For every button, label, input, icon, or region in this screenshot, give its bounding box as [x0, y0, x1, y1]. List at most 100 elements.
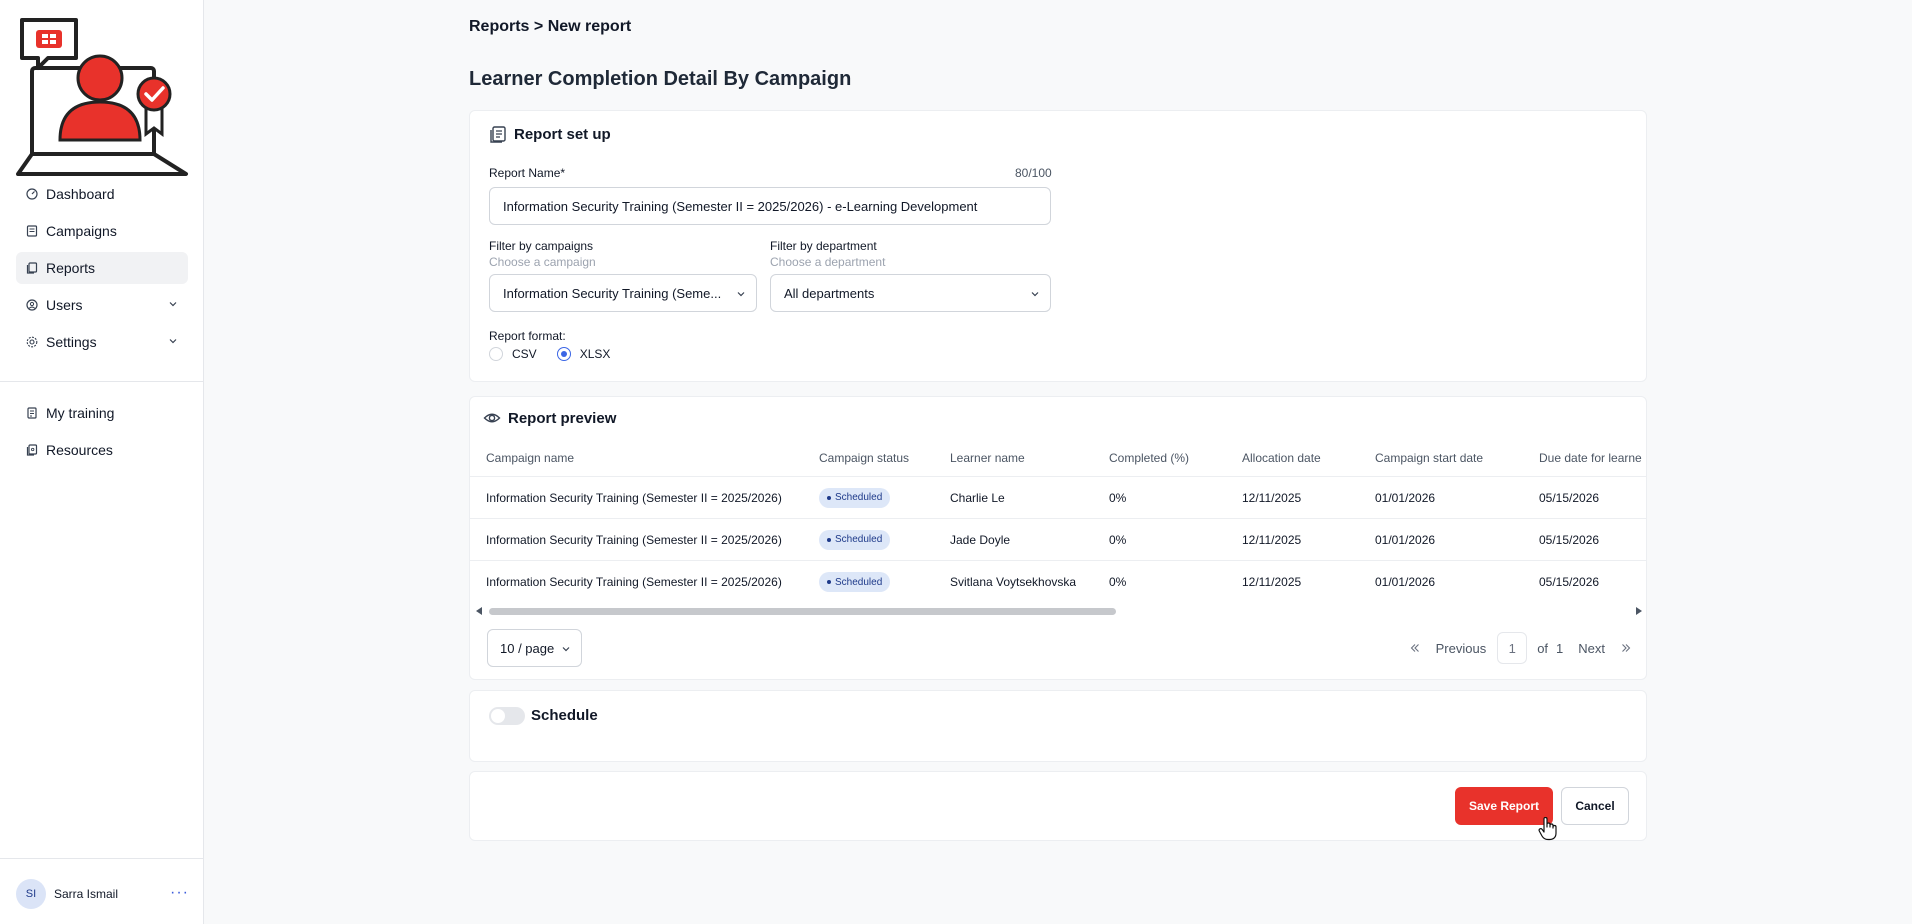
training-icon: [26, 407, 38, 419]
column-header: Campaign start date: [1375, 450, 1484, 465]
learner-name-cell: Svitlana Voytsekhovska: [950, 575, 1077, 589]
page-size-select[interactable]: 10 / page: [487, 629, 582, 667]
report-setup-card: Report set up Report Name* 80/100 Inform…: [469, 110, 1647, 382]
sidebar-item-label: Settings: [46, 334, 97, 350]
eye-icon: [483, 413, 501, 423]
secondary-nav: My training Resources: [16, 397, 188, 471]
start-date-cell: 01/01/2026: [1375, 532, 1436, 547]
report-setup-title: Report set up: [514, 125, 611, 143]
sidebar-item-reports[interactable]: Reports: [16, 252, 188, 284]
column-header: Allocation date: [1242, 450, 1321, 465]
sidebar-item-dashboard[interactable]: Dashboard: [16, 178, 188, 210]
report-format-label: Report format:: [489, 329, 566, 343]
table-row: Information Security Training (Semester …: [470, 519, 1646, 561]
column-header: Campaign status: [819, 450, 910, 465]
breadcrumb: Reports > New report: [469, 18, 632, 35]
more-options-button[interactable]: ···: [170, 884, 189, 902]
due-date-cell: 05/15/2026: [1539, 575, 1600, 589]
scroll-right-arrow-icon[interactable]: [1636, 607, 1642, 615]
sidebar-item-settings[interactable]: Settings: [16, 326, 188, 358]
total-pages: 1: [1556, 640, 1564, 656]
horizontal-scrollbar[interactable]: [470, 604, 1646, 618]
status-cell: Scheduled: [819, 477, 891, 518]
settings-icon: [26, 336, 38, 348]
campaign-select-value: Information Security Training (Seme...: [503, 285, 722, 301]
sidebar-item-my-training[interactable]: My training: [16, 397, 188, 429]
sidebar-item-label: Users: [46, 297, 83, 313]
page-size-value: 10 / page: [500, 640, 555, 656]
sidebar: Dashboard Campaigns Reports Users Settin…: [0, 0, 204, 924]
column-header: Due date for learne: [1539, 450, 1642, 465]
actions-card: Save Report Cancel: [469, 771, 1647, 841]
page-of-label: of: [1537, 640, 1549, 656]
completed-cell: 0%: [1109, 532, 1127, 547]
user-profile: SI Sarra Ismail ···: [0, 858, 204, 924]
last-page-icon[interactable]: [1620, 642, 1632, 654]
nav-divider: [0, 381, 204, 382]
report-name-input[interactable]: Information Security Training (Semester …: [489, 187, 1051, 225]
avatar[interactable]: SI: [16, 879, 46, 909]
chevron-down-icon: [169, 302, 177, 307]
previous-page-button[interactable]: Previous: [1436, 641, 1487, 656]
learner-name-cell: Charlie Le: [950, 490, 1005, 505]
completed-cell: 0%: [1109, 490, 1127, 505]
format-csv-label: CSV: [512, 347, 537, 361]
chevron-down-icon: [737, 292, 745, 297]
report-preview-title: Report preview: [508, 409, 617, 427]
users-icon: [26, 299, 38, 311]
page-title: Learner Completion Detail By Campaign: [469, 68, 852, 90]
start-date-cell: 01/01/2026: [1375, 490, 1436, 505]
sidebar-item-label: Dashboard: [46, 186, 115, 202]
campaign-select[interactable]: Information Security Training (Seme...: [489, 274, 757, 312]
format-csv-radio[interactable]: [489, 347, 503, 361]
format-xlsx-radio[interactable]: [556, 347, 571, 361]
report-name-counter: 80/100: [1015, 166, 1052, 180]
next-page-button[interactable]: Next: [1578, 641, 1605, 656]
campaign-name-cell: Information Security Training (Semester …: [486, 575, 782, 589]
main-nav: Dashboard Campaigns Reports Users Settin…: [16, 178, 188, 363]
user-name: Sarra Ismail: [54, 887, 119, 901]
first-page-icon[interactable]: [1409, 642, 1421, 654]
sidebar-item-label: My training: [46, 405, 115, 421]
scrollbar-thumb[interactable]: [489, 608, 1116, 615]
report-name-value: Information Security Training (Semester …: [503, 198, 978, 214]
sidebar-item-label: Campaigns: [46, 223, 117, 239]
sidebar-item-campaigns[interactable]: Campaigns: [16, 215, 188, 247]
campaign-filter-label: Filter by campaigns: [489, 239, 594, 253]
app-logo: [16, 18, 188, 176]
status-badge: Scheduled: [819, 529, 891, 550]
department-select[interactable]: All departments: [770, 274, 1051, 312]
department-select-value: All departments: [784, 285, 875, 301]
sidebar-item-label: Reports: [46, 260, 96, 276]
report-format-group: CSV XLSX: [489, 347, 610, 361]
scroll-left-arrow-icon[interactable]: [476, 607, 482, 615]
due-date-cell: 05/15/2026: [1539, 532, 1600, 547]
column-header: Campaign name: [486, 450, 575, 465]
sidebar-item-label: Resources: [46, 442, 113, 458]
report-preview-card: Report preview Campaign name Campaign st…: [469, 396, 1647, 680]
chevron-down-icon: [169, 339, 177, 344]
department-filter-label: Filter by department: [770, 239, 877, 253]
column-header: Learner name: [950, 450, 1025, 465]
current-page-input[interactable]: 1: [1497, 632, 1528, 664]
department-filter-hint: Choose a department: [770, 255, 886, 269]
schedule-title: Schedule: [531, 707, 598, 724]
table-row: Information Security Training (Semester …: [470, 561, 1646, 603]
report-setup-icon: [490, 126, 506, 143]
due-date-cell: 05/15/2026: [1539, 490, 1600, 505]
reports-icon: [26, 262, 38, 274]
hand-cursor-icon: [1538, 817, 1557, 841]
campaign-name-cell: Information Security Training (Semester …: [486, 532, 782, 547]
campaign-filter-hint: Choose a campaign: [489, 255, 596, 269]
sidebar-item-users[interactable]: Users: [16, 289, 188, 321]
allocation-date-cell: 12/11/2025: [1242, 532, 1302, 547]
format-xlsx-label: XLSX: [579, 347, 611, 361]
completed-cell: 0%: [1109, 575, 1127, 589]
cancel-button[interactable]: Cancel: [1561, 787, 1629, 825]
report-preview-heading: Report preview: [483, 409, 616, 427]
chevron-down-icon: [562, 647, 570, 652]
report-name-label: Report Name*: [489, 166, 566, 180]
report-setup-heading: Report set up: [489, 125, 611, 143]
schedule-toggle[interactable]: [489, 707, 525, 725]
sidebar-item-resources[interactable]: Resources: [16, 434, 188, 466]
